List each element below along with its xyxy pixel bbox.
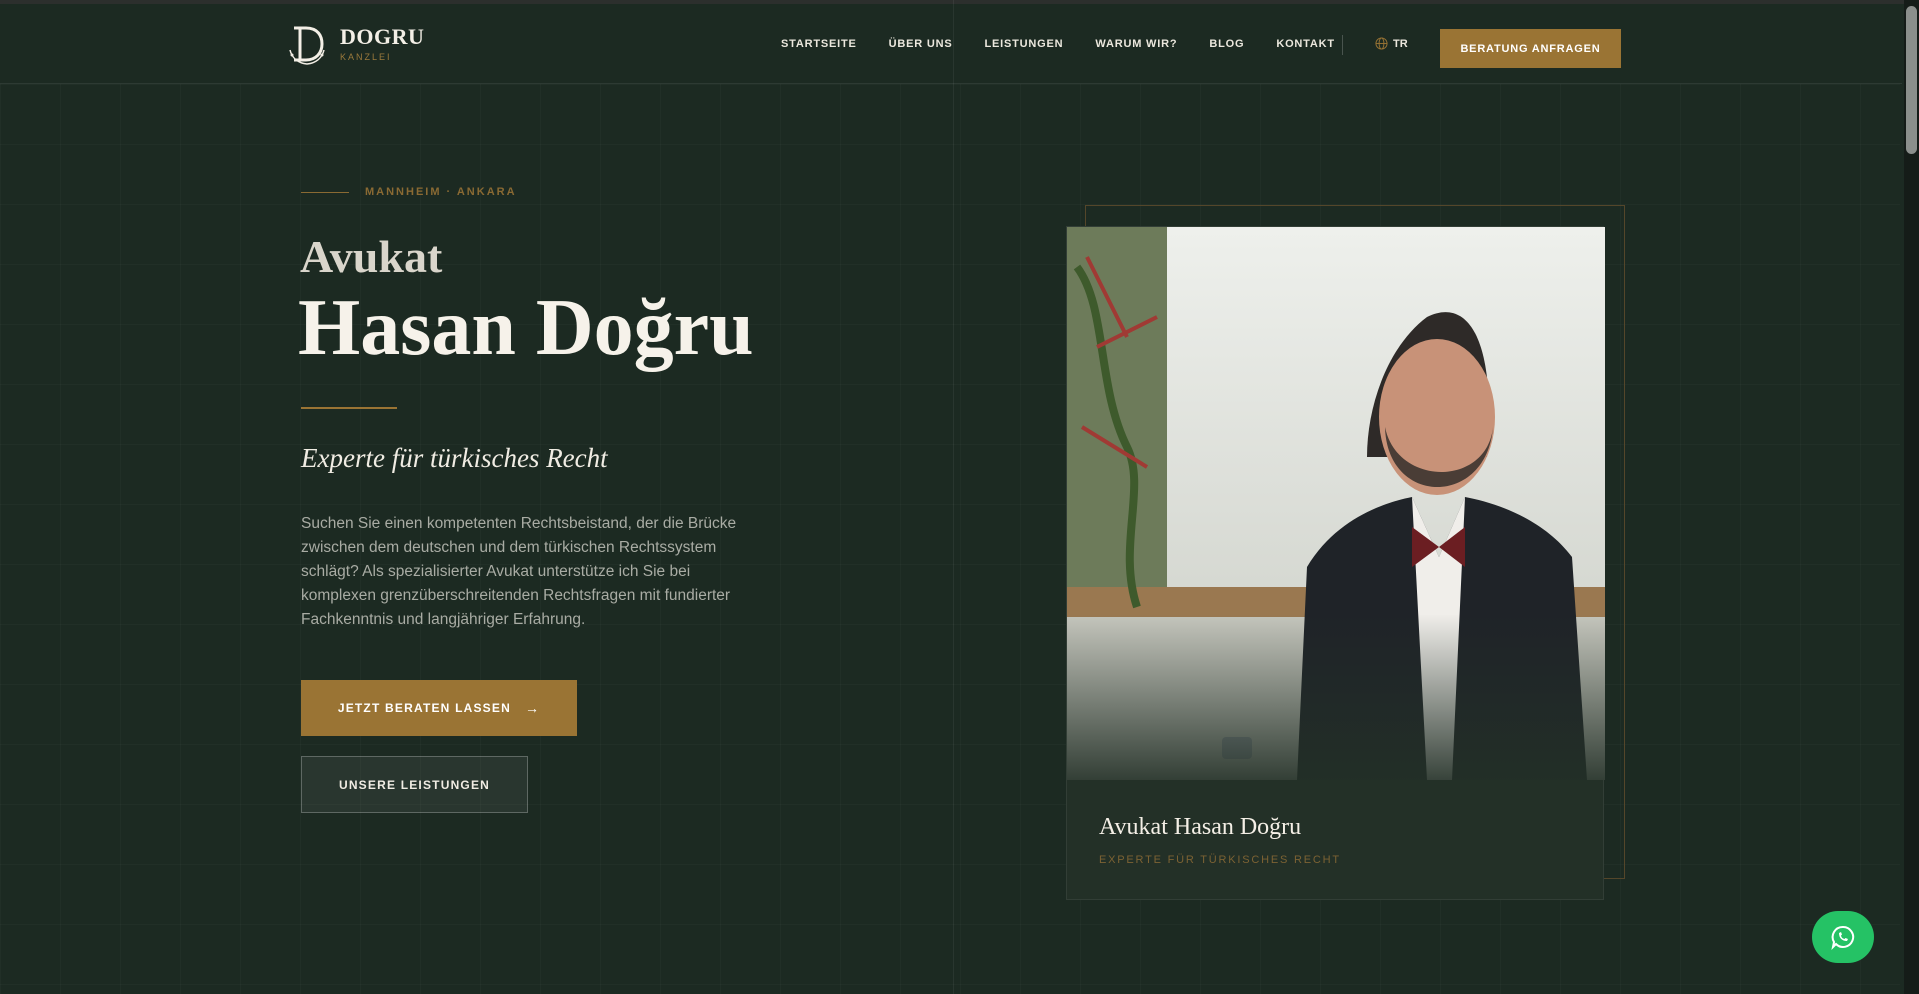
nav-separator [1342,35,1343,55]
our-services-button[interactable]: UNSERE LEISTUNGEN [301,756,528,813]
hero-subtitle: Experte für türkisches Recht [301,443,608,473]
nav-ueber-uns[interactable]: ÜBER UNS [889,38,953,50]
card-role: EXPERTE FÜR TÜRKISCHES RECHT [1099,854,1341,866]
hero-intro: Suchen Sie einen kompetenten Rechtsbeist… [301,515,737,628]
language-switch[interactable]: TR [1375,37,1408,50]
portrait-card: Avukat Hasan Doğru EXPERTE FÜR TÜRKISCHE… [1066,226,1605,900]
portrait-photo [1067,227,1605,780]
hero-eyebrow: MANNHEIM · ANKARA [301,186,517,198]
nav-kontakt[interactable]: KONTAKT [1276,38,1335,50]
logo-subtitle: KANZLEI [340,52,392,62]
card-name: Avukat Hasan Doğru [1099,814,1302,840]
nav-warum-wir[interactable]: WARUM WIR? [1095,38,1177,50]
eyebrow-line [301,191,349,193]
scrollbar-thumb[interactable] [1906,6,1917,154]
logo[interactable]: DOGRU KANZLEI [286,22,424,66]
request-consultation-button[interactable]: BERATUNG ANFRAGEN [1440,29,1621,68]
nav-blog[interactable]: BLOG [1209,38,1244,50]
main-nav: STARTSEITE ÜBER UNS LEISTUNGEN WARUM WIR… [781,38,1367,50]
nav-leistungen[interactable]: LEISTUNGEN [985,38,1064,50]
logo-monogram-icon [286,22,328,66]
center-divider [953,0,954,994]
arrow-right-icon: → [524,700,541,716]
hero-title-small: Avukat [300,231,443,282]
consult-now-button[interactable]: JETZT BERATEN LASSEN → [301,680,577,736]
title-rule [301,407,397,409]
eyebrow-text: MANNHEIM · ANKARA [365,186,517,198]
whatsapp-icon [1831,925,1855,950]
language-label: TR [1393,37,1408,50]
globe-icon [1375,37,1388,50]
nav-startseite[interactable]: STARTSEITE [781,38,857,50]
hero-title: Hasan Doğru [298,284,754,372]
logo-name: DOGRU [340,24,425,49]
site-header: DOGRU KANZLEI STARTSEITE ÜBER UNS LEISTU… [0,4,1902,84]
whatsapp-button[interactable] [1812,911,1874,963]
consult-now-label: JETZT BERATEN LASSEN [337,701,511,715]
